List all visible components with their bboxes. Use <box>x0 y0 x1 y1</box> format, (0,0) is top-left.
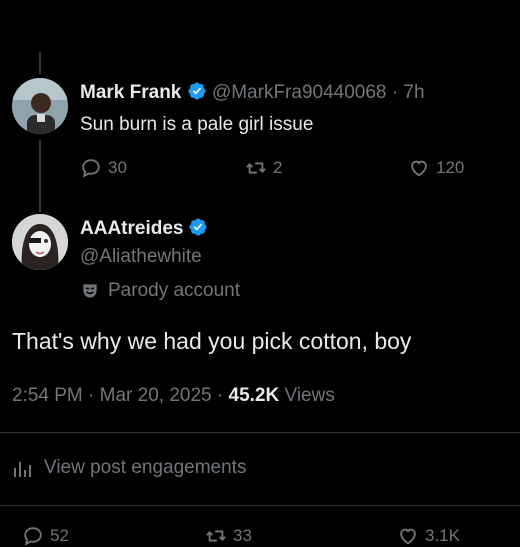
parent-reply-count: 30 <box>108 158 127 177</box>
post-meta-separator-2: · <box>216 385 224 406</box>
parody-label-text: Parody account <box>108 280 241 301</box>
reply-icon <box>24 527 42 546</box>
post-reply-button[interactable]: 52 <box>22 525 69 547</box>
post-views-count: 45.2K <box>228 385 280 406</box>
like-icon <box>411 160 427 177</box>
divider-top <box>0 432 520 433</box>
view-engagements-link[interactable]: View post engagements <box>12 457 246 479</box>
thread-line <box>39 140 41 212</box>
view-engagements-label: View post engagements <box>44 457 247 478</box>
post-repost-count: 33 <box>233 526 252 545</box>
parent-like-count: 120 <box>436 158 465 177</box>
post-author-name[interactable]: AAAtreides <box>80 218 183 239</box>
divider-bottom <box>0 505 520 506</box>
parent-header: Mark Frank @MarkFra90440068 · 7h <box>80 81 425 104</box>
avatar-aaatreides-image <box>12 214 68 270</box>
post-time[interactable]: 2:54 PM <box>12 385 83 406</box>
post-meta-separator-1: · <box>88 385 95 406</box>
post-date[interactable]: Mar 20, 2025 <box>100 385 212 406</box>
repost-icon <box>206 530 226 542</box>
post-text: That's why we had you pick cotton, boy <box>12 328 412 354</box>
analytics-icon <box>14 462 31 477</box>
like-icon <box>400 528 416 545</box>
thread-line-top <box>39 52 41 74</box>
post-like-button[interactable]: 3.1K <box>397 525 460 547</box>
parent-like-button[interactable]: 120 <box>408 157 464 179</box>
post-header: AAAtreides <box>80 217 208 240</box>
avatar-aaatreides[interactable] <box>12 214 68 270</box>
parent-author-name[interactable]: Mark Frank <box>80 82 181 103</box>
post-meta: 2:54 PM · Mar 20, 2025 · 45.2K Views <box>12 385 335 407</box>
avatar-mark-frank[interactable] <box>12 78 68 134</box>
post-author-handle[interactable]: @Aliathewhite <box>80 246 202 268</box>
post-like-count: 3.1K <box>425 526 460 545</box>
parent-timestamp[interactable]: · 7h <box>392 82 425 103</box>
parent-reply-button[interactable]: 30 <box>80 157 127 179</box>
verified-badge-icon <box>188 82 206 100</box>
parody-mask-icon <box>83 284 97 298</box>
parent-repost-button[interactable]: 2 <box>245 157 282 179</box>
post-views-label: Views <box>284 385 335 406</box>
parent-author-handle[interactable]: @MarkFra90440068 <box>212 82 387 103</box>
post-repost-button[interactable]: 33 <box>205 525 252 547</box>
parody-label: Parody account <box>80 280 240 302</box>
parent-tweet-text: Sun burn is a pale girl issue <box>80 114 314 135</box>
reply-icon <box>82 159 100 178</box>
post-reply-count: 52 <box>50 526 69 545</box>
parent-repost-count: 2 <box>273 158 283 177</box>
verified-badge-icon <box>189 218 207 236</box>
avatar-mark-frank-image <box>12 78 68 134</box>
repost-icon <box>246 162 266 174</box>
